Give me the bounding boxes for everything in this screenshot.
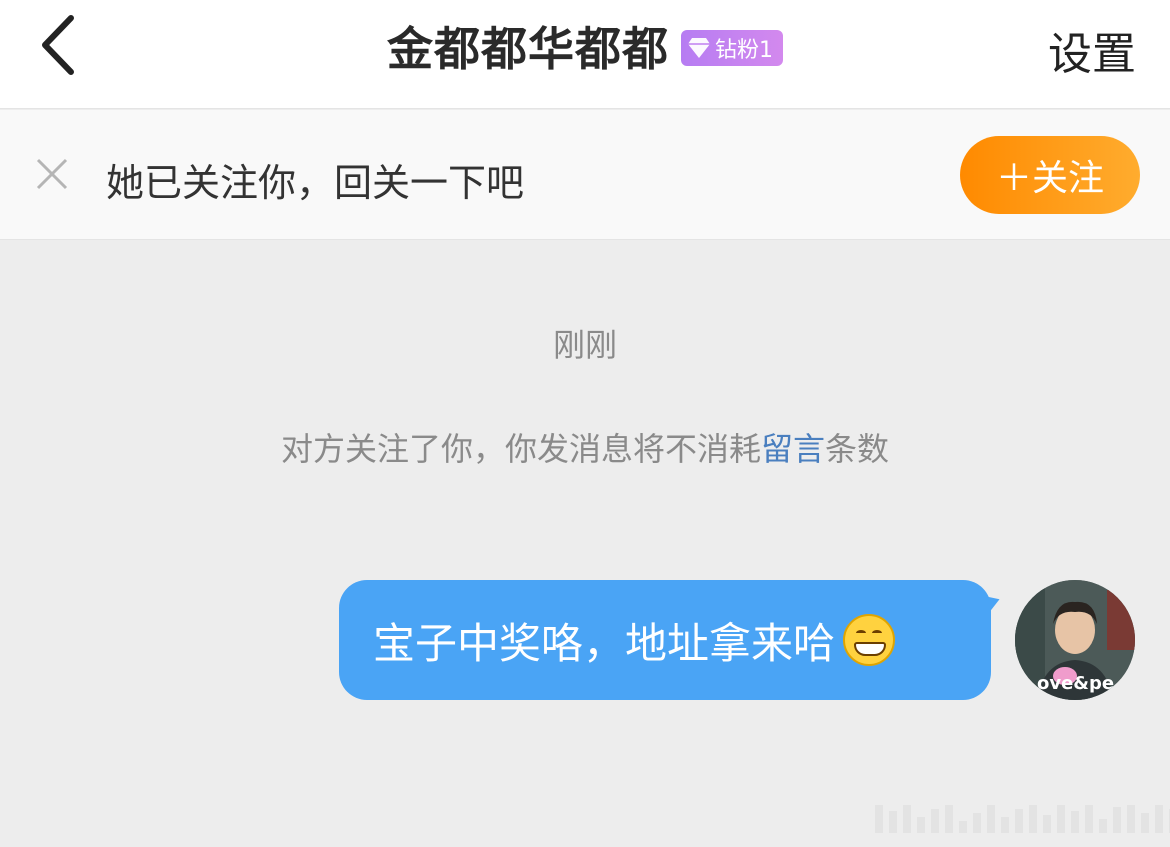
diamond-icon (688, 38, 710, 58)
chat-bubble-sent[interactable]: 宝子中奖咯，地址拿来哈 (339, 580, 991, 700)
grin-emoji-icon (843, 614, 896, 666)
badge-label: 钻粉1 (715, 38, 773, 63)
settings-button[interactable]: 设置 (1048, 18, 1136, 82)
follow-button[interactable]: ＋关注 (960, 136, 1140, 214)
message-text: 宝子中奖咯，地址拿来哈 (373, 618, 836, 668)
title-area: 金都都华都都 钻粉1 (0, 14, 1170, 78)
dismiss-button[interactable] (30, 152, 74, 196)
follow-prompt-bar: 她已关注你，回关一下吧 ＋关注 (0, 110, 1170, 240)
close-icon (36, 158, 68, 190)
system-message-suffix: 条数 (825, 430, 890, 468)
message-timestamp: 刚刚 (552, 326, 617, 364)
system-message: 对方关注了你，你发消息将不消耗留言条数 (0, 424, 1170, 470)
avatar[interactable]: ove&pe (1015, 580, 1135, 700)
system-message-prefix: 对方关注了你，你发消息将不消耗 (280, 430, 761, 468)
message-quota-link[interactable]: 留言 (761, 430, 825, 468)
top-bar: 金都都华都都 钻粉1 设置 (0, 0, 1170, 109)
avatar-watermark: ove&pe (1037, 673, 1115, 694)
fan-badge: 钻粉1 (681, 30, 783, 66)
watermark-bars (875, 805, 1170, 833)
follow-prompt-text: 她已关注你，回关一下吧 (106, 161, 525, 205)
page-title: 金都都华都都 (387, 22, 669, 76)
